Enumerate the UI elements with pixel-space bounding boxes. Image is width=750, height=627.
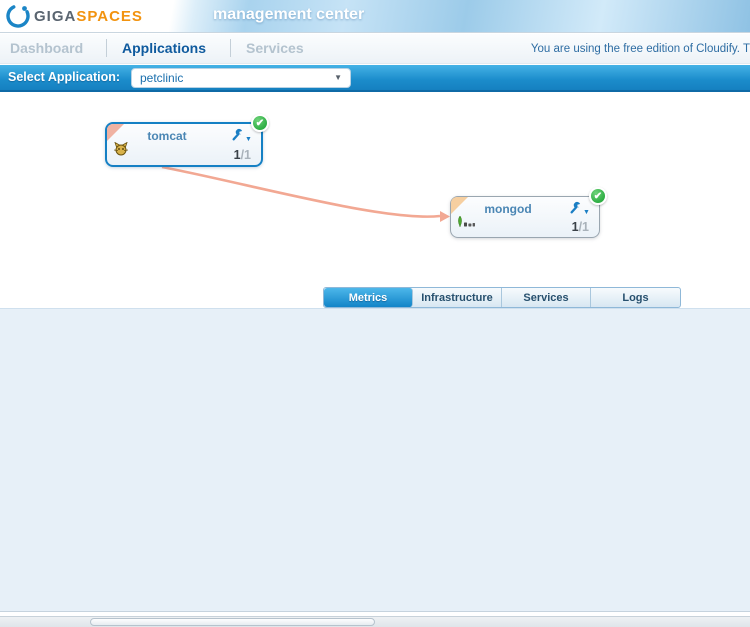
header: GIGASPACES management center [0, 0, 750, 33]
app-selector-label: Select Application: [8, 70, 121, 84]
status-ok-badge: ✔ [589, 187, 607, 205]
tab-metrics[interactable]: Metrics [324, 288, 413, 307]
node-mongod[interactable]: mongod 1/1 ▼ ✔ [450, 187, 607, 238]
tab-services[interactable]: Services [502, 288, 591, 307]
wrench-icon [232, 128, 243, 141]
nav-item-services[interactable]: Services [246, 40, 304, 56]
brand-giga: GIGA [34, 7, 77, 25]
tab-logs[interactable]: Logs [591, 288, 680, 307]
chevron-down-icon: ▼ [583, 209, 590, 216]
gigaspaces-swirl-icon [6, 5, 30, 28]
node-name: tomcat [147, 129, 187, 143]
nav-item-dashboard[interactable]: Dashboard [10, 40, 83, 56]
dependency-arrow [161, 165, 450, 222]
application-dropdown-value: petclinic [140, 71, 184, 85]
main-nav: Dashboard Applications Services You are … [0, 34, 750, 64]
chevron-down-icon: ▼ [245, 136, 252, 143]
node-tomcat[interactable]: tomcat 1/1 ▼ ✔ [105, 114, 269, 167]
wrench-icon [570, 201, 581, 214]
tomcat-logo-icon [113, 141, 129, 162]
app-selector-bar: Select Application: petclinic ▼ [0, 65, 750, 92]
node-name: mongod [484, 202, 532, 216]
nav-separator [106, 39, 107, 57]
application-topology: tomcat 1/1 ▼ ✔ mongod 1/1 ▼ ✔ [0, 92, 750, 282]
instance-count: 1/1 [233, 148, 251, 162]
tab-infrastructure[interactable]: Infrastructure [413, 288, 502, 307]
metrics-section: Process Cpu Usage▼Min/Max, AverageDeviat… [0, 308, 750, 612]
free-edition-notice: You are using the free edition of Cloudi… [530, 43, 750, 55]
instance-count: 1/1 [571, 220, 589, 234]
scrollbar-thumb[interactable] [90, 618, 375, 626]
mongodb-leaf-icon [457, 215, 479, 234]
nav-item-applications[interactable]: Applications [122, 40, 206, 56]
nav-separator [230, 39, 231, 57]
gigaspaces-logo: GIGASPACES [6, 4, 143, 28]
management-center-app: GIGASPACES management center Dashboard A… [0, 0, 750, 627]
page-title: management center [213, 6, 365, 23]
node-actions-button[interactable]: ▼ [569, 201, 591, 217]
chevron-down-icon: ▼ [334, 73, 342, 82]
metrics-tab-bar: Metrics Infrastructure Services Logs [323, 287, 681, 308]
brand-spaces: SPACES [76, 7, 143, 25]
application-dropdown[interactable]: petclinic ▼ [131, 68, 351, 88]
horizontal-scrollbar[interactable] [0, 616, 750, 627]
node-actions-button[interactable]: ▼ [231, 128, 253, 144]
status-ok-badge: ✔ [251, 114, 269, 132]
